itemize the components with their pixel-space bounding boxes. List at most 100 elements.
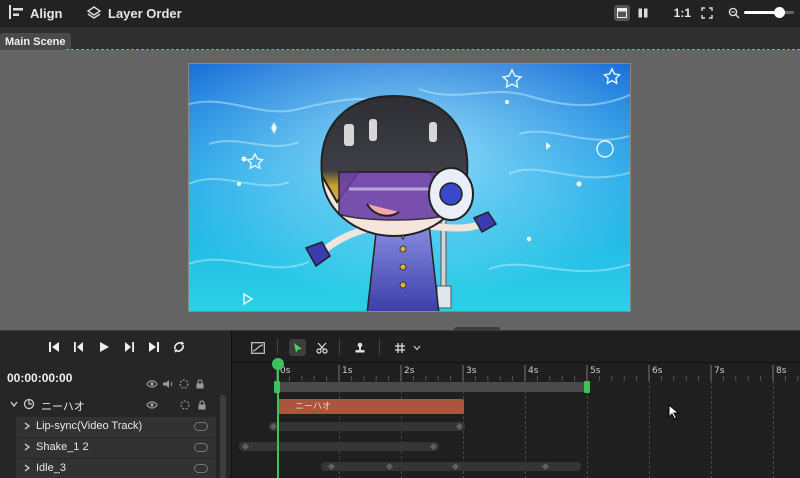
track-toggle[interactable] (194, 443, 208, 452)
graph-editor-button[interactable] (249, 339, 266, 356)
grid-snap-button[interactable] (391, 339, 408, 356)
layout-single-icon (617, 8, 627, 18)
chevron-right-icon[interactable] (22, 421, 32, 431)
keyframe[interactable] (327, 462, 336, 471)
grid-dropdown-button[interactable] (411, 339, 423, 356)
align-button[interactable]: Align (8, 0, 63, 26)
volume-icon[interactable] (162, 378, 174, 390)
scene-stage[interactable] (188, 63, 631, 312)
keyframe-bar-lipsync[interactable] (269, 422, 465, 431)
clip-nihao[interactable]: ニーハオ (277, 399, 464, 414)
skip-end-button[interactable] (146, 340, 161, 355)
layer-panel: 00:00:00:00 ニーハオ Lip-sync(Video Track) S… (0, 331, 232, 478)
layer-label: ニーハオ (41, 401, 85, 413)
second-gridline (649, 381, 650, 478)
ruler-label: 4s (528, 366, 539, 376)
keyframe[interactable] (541, 462, 550, 471)
eye-icon[interactable] (146, 378, 158, 390)
work-range-bar[interactable] (277, 382, 587, 392)
keyframe-bar-shake[interactable] (239, 442, 439, 451)
loop-button[interactable] (171, 340, 186, 355)
track-area[interactable]: ニーハオ (233, 381, 800, 478)
stamp-tool-button[interactable] (351, 339, 368, 356)
keyframe[interactable] (429, 442, 438, 451)
play-button[interactable] (96, 340, 111, 355)
chevron-down-icon[interactable] (9, 399, 19, 409)
layout-single-button[interactable] (614, 5, 630, 21)
fit-screen-button[interactable] (701, 6, 713, 24)
toolbar-divider (277, 339, 278, 355)
zoom-slider[interactable] (744, 7, 794, 18)
second-gridline (773, 381, 774, 478)
timeline-panel: 00:00:00:00 ニーハオ Lip-sync(Video Track) S… (0, 330, 800, 478)
lock-icon[interactable] (194, 378, 206, 390)
layer-order-icon (86, 5, 102, 22)
chevron-down-icon (413, 345, 421, 350)
keyframe[interactable] (385, 462, 394, 471)
scene-tab-bar: Main Scene (0, 26, 800, 51)
tab-main-scene[interactable]: Main Scene (0, 33, 71, 51)
loop-icon (173, 341, 184, 353)
ruler-label: 2s (404, 366, 415, 376)
track-toggle[interactable] (194, 422, 208, 431)
chevron-right-icon[interactable] (22, 442, 32, 452)
prev-frame-button[interactable] (71, 340, 86, 355)
mouse-cursor-icon (668, 403, 680, 425)
keyframe[interactable] (241, 442, 250, 451)
keyframe[interactable] (455, 422, 464, 431)
solo-icon[interactable] (180, 400, 190, 410)
layer-row-idle[interactable]: Idle_3 (16, 459, 216, 478)
eye-icon[interactable] (146, 400, 158, 410)
zoom-icon (728, 6, 740, 24)
cut-tool-button[interactable] (313, 339, 330, 356)
lock-icon[interactable] (197, 400, 207, 410)
play-icon (99, 342, 109, 352)
solo-icon[interactable] (178, 378, 190, 390)
playhead-handle[interactable] (272, 358, 284, 370)
zoom-slider-knob[interactable] (774, 7, 785, 18)
fit-screen-icon (701, 7, 713, 19)
app-window: Align Layer Order 1:1 Main Scene 00:00:0… (0, 0, 800, 478)
keyframe-bar-idle[interactable] (321, 462, 581, 471)
track-toggle[interactable] (194, 464, 208, 473)
skip-start-button[interactable] (46, 340, 61, 355)
ruler-label: 7s (714, 366, 725, 376)
zoom-ratio-button[interactable]: 1:1 (674, 6, 691, 20)
skip-start-icon (48, 342, 59, 352)
prev-frame-icon (73, 342, 83, 352)
cursor-icon (293, 342, 302, 353)
layout-split-button[interactable] (635, 5, 651, 21)
toolbar-divider (339, 339, 340, 355)
keyframe[interactable] (269, 422, 278, 431)
second-gridline (587, 381, 588, 478)
layer-row-lipsync[interactable]: Lip-sync(Video Track) (16, 417, 216, 437)
grid-icon (394, 342, 405, 353)
second-gridline (711, 381, 712, 478)
layer-order-label: Layer Order (108, 5, 182, 21)
playhead-line[interactable] (277, 361, 279, 478)
timeline-toolbar (233, 331, 800, 363)
layer-scrollbar[interactable] (220, 395, 226, 478)
layer-row-shake[interactable]: Shake_1 2 (16, 438, 216, 458)
next-frame-button[interactable] (121, 340, 136, 355)
ruler-label: 3s (466, 366, 477, 376)
align-icon (8, 4, 24, 22)
layer-order-button[interactable]: Layer Order (86, 0, 182, 26)
layer-label: Shake_1 2 (36, 441, 89, 453)
select-tool-button[interactable] (289, 339, 306, 356)
keyframe[interactable] (451, 462, 460, 471)
timeline-tracks: 0s 1s 2s 3s 4s 5s 6s 7s 8s ニーハオ (233, 331, 800, 478)
chevron-right-icon[interactable] (22, 463, 32, 473)
range-end-handle[interactable] (584, 381, 590, 393)
ruler-label: 6s (652, 366, 663, 376)
layout-split-icon (638, 8, 648, 18)
scissors-icon (315, 342, 328, 354)
layer-row-group[interactable]: ニーハオ (0, 395, 218, 415)
graph-icon (250, 341, 265, 354)
align-label: Align (30, 5, 63, 21)
layer-label: Lip-sync(Video Track) (36, 420, 143, 432)
stamp-icon (355, 342, 364, 352)
time-ruler[interactable]: 0s 1s 2s 3s 4s 5s 6s 7s 8s (233, 363, 800, 381)
canvas-area[interactable] (0, 50, 800, 332)
timecode-display: 00:00:00:00 (7, 371, 73, 385)
